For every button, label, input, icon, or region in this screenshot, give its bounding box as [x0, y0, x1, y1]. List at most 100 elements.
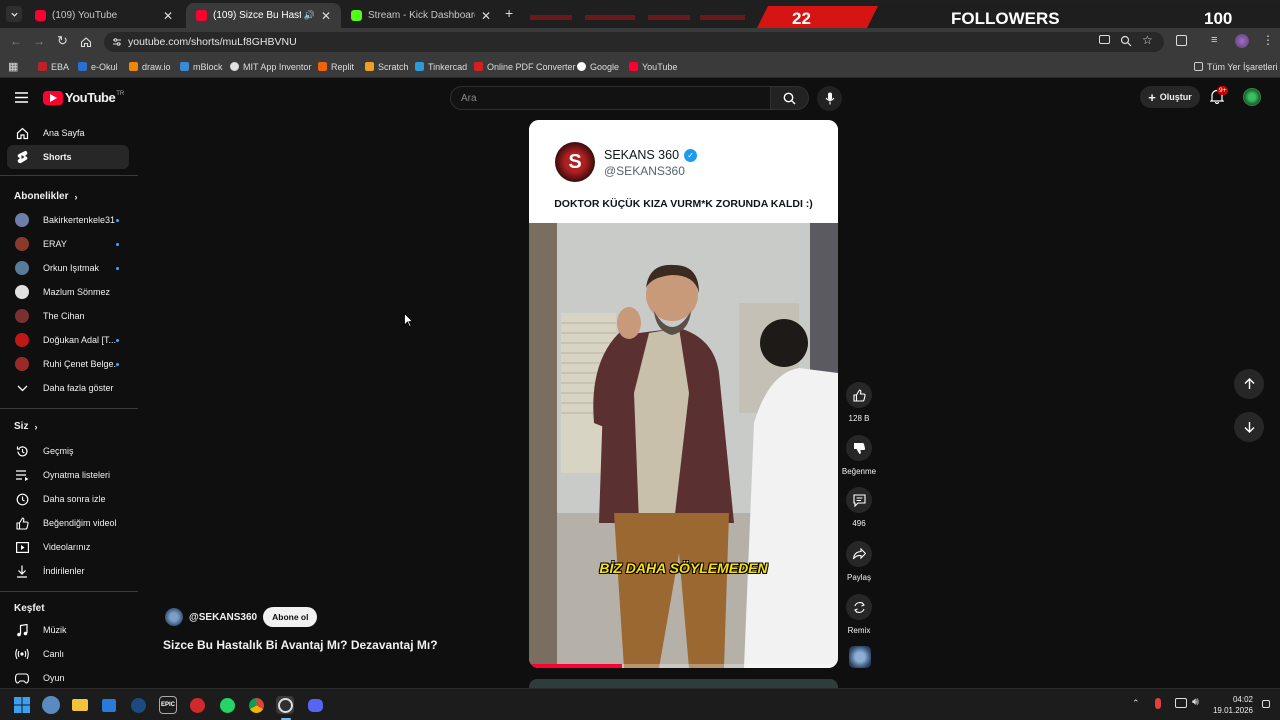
subscriptions-heading[interactable]: Abonelikler › — [14, 191, 77, 202]
site-info-icon[interactable] — [112, 37, 122, 47]
more-menu-icon[interactable]: ⋮ — [1262, 33, 1274, 47]
sidebar-item-watch-later[interactable]: Daha sonra izle — [7, 487, 129, 511]
home-browser-icon[interactable] — [80, 36, 92, 48]
sidebar-sub-4[interactable]: The Cihan — [7, 304, 129, 328]
display-tray-icon[interactable] — [1175, 698, 1187, 708]
epic-games-icon[interactable]: EPIC — [159, 696, 177, 714]
url-field[interactable]: youtube.com/shorts/muLf8GHBVNU — [104, 32, 1164, 52]
sidebar-item-history[interactable]: Geçmiş — [7, 439, 129, 463]
new-tab-button[interactable]: + — [505, 5, 513, 21]
apps-grid-icon[interactable]: ▦ — [8, 60, 18, 73]
reload-icon[interactable]: ↻ — [57, 33, 68, 49]
voice-search-button[interactable] — [817, 86, 842, 111]
hamburger-menu-icon[interactable] — [15, 92, 28, 103]
extensions-icon[interactable] — [1176, 35, 1187, 46]
whatsapp-icon[interactable] — [218, 696, 236, 714]
bookmark-scratch[interactable]: Scratch — [365, 59, 409, 74]
sidebar-item-your-videos[interactable]: Videolarınız — [7, 535, 129, 559]
discord-icon[interactable] — [306, 696, 324, 714]
sidebar-sub-1[interactable]: ERAY — [7, 232, 129, 256]
create-button[interactable]: + Oluştur — [1140, 86, 1200, 108]
short-player[interactable]: S SEKANS 360 ✓ @SEKANS360 DOKTOR KÜÇÜK K… — [529, 120, 838, 668]
audio-thumbnail[interactable] — [849, 646, 871, 668]
search-input[interactable]: Ara — [450, 86, 771, 110]
sidebar-item-music[interactable]: Müzik — [7, 618, 129, 642]
notification-center-icon[interactable] — [1262, 700, 1270, 708]
file-explorer-icon[interactable] — [71, 696, 89, 714]
account-avatar[interactable] — [1243, 88, 1261, 106]
youtube-logo[interactable]: YouTube TR — [43, 90, 124, 105]
bookmark-youtube[interactable]: YouTube — [629, 59, 677, 74]
sidebar-sub-6[interactable]: Ruhi Çenet Belge... — [7, 352, 129, 376]
microsoft-store-icon[interactable] — [100, 696, 118, 714]
progress-track[interactable] — [529, 664, 838, 668]
bookmark-star-icon[interactable]: ☆ — [1142, 33, 1153, 47]
sidebar-sub-0[interactable]: Bakirkertenkele31 — [7, 208, 129, 232]
microphone-tray-icon[interactable] — [1155, 698, 1161, 709]
cast-icon[interactable] — [1099, 35, 1110, 44]
comment-icon[interactable] — [846, 487, 872, 513]
bookmark-mit-app-inventor[interactable]: MIT App Inventor — [230, 59, 311, 74]
sidebar-sub-2[interactable]: Orkun Işıtmak — [7, 256, 129, 280]
bookmark-eokul[interactable]: e-Okul — [78, 59, 118, 74]
forward-icon[interactable]: → — [33, 34, 45, 48]
close-tab-icon[interactable]: ✕ — [321, 9, 331, 23]
reading-list-icon[interactable]: ≡ — [1211, 34, 1217, 46]
bookmark-pdf-converter[interactable]: Online PDF Converter — [474, 59, 576, 74]
sidebar-sub-5[interactable]: Doğukan Adal [T... — [7, 328, 129, 352]
share-button[interactable]: Paylaş — [846, 541, 872, 582]
notifications-button[interactable]: 9+ — [1209, 86, 1229, 107]
sidebar-sub-3[interactable]: Mazlum Sönmez — [7, 280, 129, 304]
zoom-icon[interactable] — [1120, 35, 1132, 47]
taskbar-app-network-icon[interactable] — [42, 696, 60, 714]
steam-icon[interactable] — [129, 696, 147, 714]
thumbs-up-icon[interactable] — [846, 382, 872, 408]
bookmark-replit[interactable]: Replit — [318, 59, 354, 74]
sidebar-item-shorts[interactable]: Shorts — [7, 145, 129, 169]
sidebar-item-liked-videos[interactable]: Beğendiğim videolar — [7, 511, 129, 535]
chrome-icon[interactable] — [247, 696, 265, 714]
tab-youtube[interactable]: (109) YouTube ✕ — [25, 3, 183, 28]
comments-button[interactable]: 496 — [846, 487, 872, 528]
like-button[interactable]: 128 B — [846, 382, 872, 423]
thumbs-down-icon[interactable] — [846, 435, 872, 461]
subscribe-button[interactable]: Abone ol — [263, 607, 318, 627]
sidebar-item-playlists[interactable]: Oynatma listeleri — [7, 463, 129, 487]
channel-avatar[interactable] — [165, 608, 183, 626]
back-icon[interactable]: ← — [10, 34, 22, 48]
bookmark-eba[interactable]: EBA — [38, 59, 69, 74]
close-tab-icon[interactable]: ✕ — [163, 9, 173, 23]
share-icon[interactable] — [846, 541, 872, 567]
sidebar-item-home[interactable]: Ana Sayfa — [7, 121, 129, 145]
tray-overflow-icon[interactable]: ⌃ — [1132, 698, 1140, 709]
sidebar-item-downloads[interactable]: İndirilenler — [7, 559, 129, 583]
search-button[interactable] — [770, 86, 809, 110]
tab-kick-dashboard[interactable]: Stream - Kick Dashboard ✕ — [341, 3, 501, 28]
bookmark-mblock[interactable]: mBlock — [180, 59, 223, 74]
next-short-button[interactable] — [1234, 412, 1264, 442]
video-frame[interactable]: BİZ DAHA SÖYLEMEDEN — [529, 223, 838, 668]
bookmark-tinkercad[interactable]: Tinkercad — [415, 59, 467, 74]
you-heading[interactable]: Siz › — [14, 421, 37, 432]
remix-icon[interactable] — [846, 594, 872, 620]
tab-short-active[interactable]: (109) Sizce Bu Hastalık Bi A... 🔊 ✕ — [186, 3, 341, 28]
volume-tray-icon[interactable]: 🔊︎ — [1192, 696, 1199, 709]
bookmark-google[interactable]: Google — [577, 59, 619, 74]
taskbar-red-app-icon[interactable] — [188, 696, 206, 714]
profile-avatar[interactable] — [1235, 34, 1249, 48]
sidebar-item-live[interactable]: Canlı — [7, 642, 129, 666]
remix-button[interactable]: Remix — [846, 594, 872, 635]
bookmark-drawio[interactable]: draw.io — [129, 59, 171, 74]
previous-short-button[interactable] — [1234, 369, 1264, 399]
speaker-icon[interactable]: 🔊 — [304, 10, 315, 21]
start-button[interactable] — [13, 696, 31, 714]
clock[interactable]: 04:02 19.01.2026 — [1209, 694, 1253, 716]
show-more-button[interactable]: Daha fazla göster — [7, 376, 129, 400]
all-bookmarks-folder[interactable]: Tüm Yer İşaretleri — [1194, 59, 1278, 74]
next-short-preview[interactable] — [529, 679, 838, 688]
tab-search-button[interactable] — [6, 6, 22, 22]
close-tab-icon[interactable]: ✕ — [481, 9, 491, 23]
obs-icon[interactable] — [276, 696, 294, 714]
sidebar-item-gaming[interactable]: Oyun — [7, 666, 129, 690]
channel-name[interactable]: @SEKANS360 — [189, 612, 257, 623]
